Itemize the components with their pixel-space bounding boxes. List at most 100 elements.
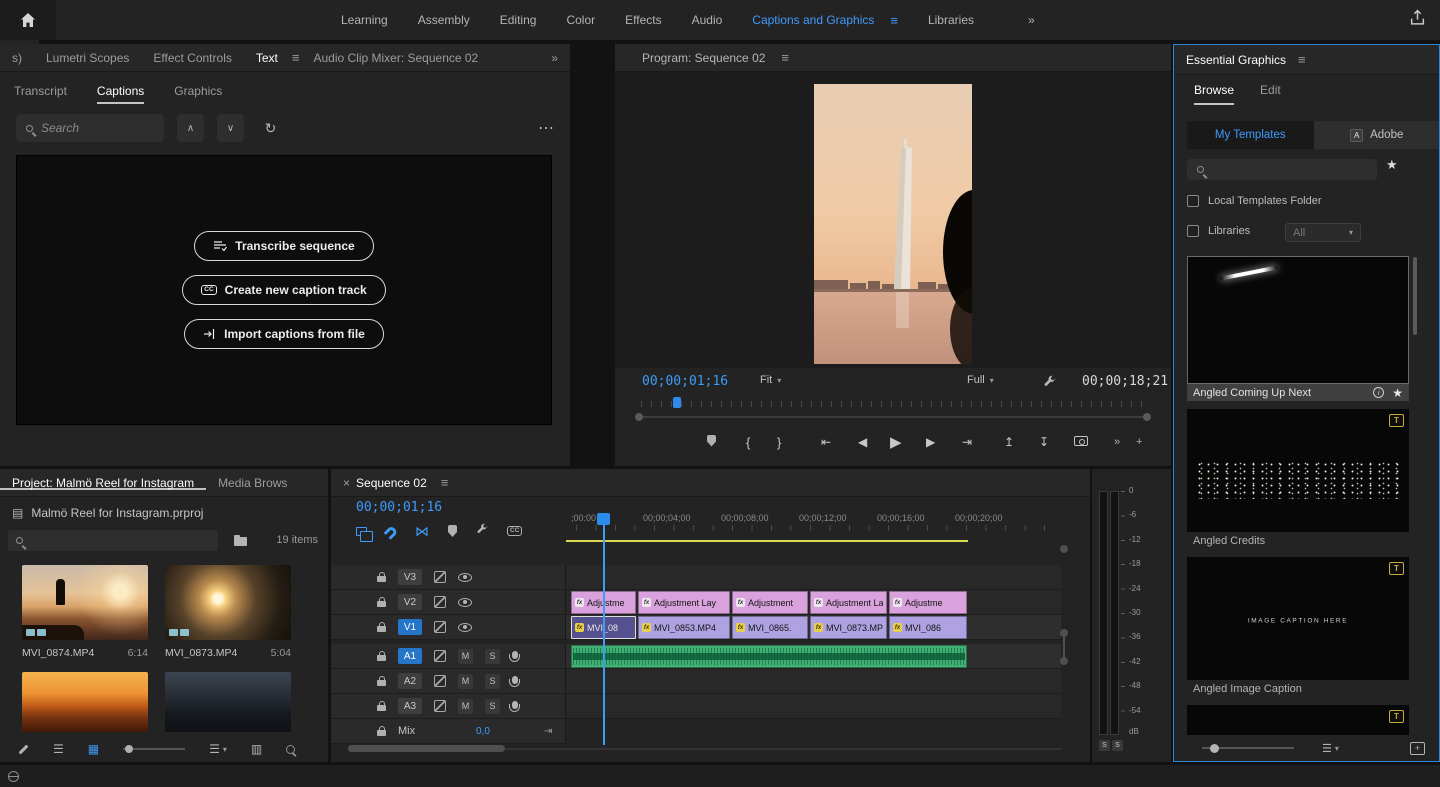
transport-overflow-icon[interactable]: » xyxy=(1114,430,1120,454)
checkbox[interactable] xyxy=(1187,225,1199,237)
template-angled-image-caption[interactable]: IMAGE CAPTION HERE T xyxy=(1187,557,1409,680)
subtab-transcript[interactable]: Transcript xyxy=(14,84,67,104)
mark-out-button[interactable]: } xyxy=(777,430,781,454)
lock-icon[interactable] xyxy=(377,576,386,582)
step-forward-button[interactable]: ▶ xyxy=(926,430,935,454)
clip-adjustment-layer[interactable]: fxAdjustme xyxy=(889,591,967,614)
quick-export-button[interactable] xyxy=(1409,9,1426,31)
tab-edit[interactable]: Edit xyxy=(1260,83,1281,105)
work-area-bar[interactable] xyxy=(566,540,968,542)
mark-in-button[interactable]: { xyxy=(746,430,750,454)
track-lane-a2[interactable] xyxy=(566,669,1061,694)
clip-audio[interactable] xyxy=(571,645,967,668)
clip-adjustment-layer[interactable]: fxAdjustment Lay xyxy=(638,591,730,614)
solo-button[interactable]: S xyxy=(485,674,500,689)
tab-text[interactable]: Text xyxy=(244,51,290,65)
voiceover-record-icon[interactable] xyxy=(512,651,518,659)
workspace-captions-and-graphics[interactable]: Captions and Graphics xyxy=(752,13,874,27)
solo-button[interactable]: S xyxy=(485,699,500,714)
track-label-v3[interactable]: V3 xyxy=(398,569,422,585)
timeline-settings-icon[interactable] xyxy=(476,522,488,540)
track-output-icon[interactable] xyxy=(458,573,472,582)
subtab-captions[interactable]: Captions xyxy=(97,84,144,104)
timeline-timecode[interactable]: 00;00;01;16 xyxy=(356,500,442,515)
tab-audio-clip-mixer[interactable]: Audio Clip Mixer: Sequence 02 xyxy=(301,51,490,65)
lock-icon[interactable] xyxy=(377,730,386,736)
workspace-assembly[interactable]: Assembly xyxy=(418,13,470,27)
program-playhead[interactable] xyxy=(673,397,681,408)
tab-lumetri-scopes[interactable]: Lumetri Scopes xyxy=(34,51,141,65)
libraries-select[interactable]: All ▾ xyxy=(1285,223,1361,242)
timeline-ruler[interactable]: ;00:00 00;00;04;00 00;00;08;00 00;00;12;… xyxy=(566,511,1061,531)
sync-lock-icon[interactable] xyxy=(434,571,446,583)
solo-left-button[interactable]: S xyxy=(1099,740,1110,751)
tab-sequence-02[interactable]: Sequence 02 xyxy=(352,476,439,490)
template-angled-credits[interactable]: T xyxy=(1187,409,1409,532)
playhead-handle[interactable] xyxy=(597,513,610,525)
next-caption-button[interactable]: ∨ xyxy=(217,114,244,142)
play-button[interactable]: ▶ xyxy=(890,430,902,454)
tab-essential-graphics[interactable]: Essential Graphics xyxy=(1186,53,1286,67)
tab-cutoff[interactable]: s) xyxy=(0,51,34,65)
program-scrub-ruler[interactable] xyxy=(641,401,1147,407)
slider-knob[interactable] xyxy=(1210,744,1219,753)
previous-caption-button[interactable]: ∧ xyxy=(177,114,204,142)
mute-button[interactable]: M xyxy=(458,649,473,664)
clip-name[interactable]: MVI_0873.MP4 xyxy=(165,647,237,659)
lock-icon[interactable] xyxy=(377,626,386,632)
clip-thumbnail[interactable] xyxy=(165,672,291,732)
sync-lock-icon[interactable] xyxy=(434,675,446,687)
step-back-button[interactable]: ◀ xyxy=(858,430,867,454)
panel-menu-icon[interactable]: ≡ xyxy=(292,50,300,65)
program-timecode[interactable]: 00;00;01;16 xyxy=(642,374,728,389)
voiceover-record-icon[interactable] xyxy=(512,676,518,684)
create-caption-track-button[interactable]: CC Create new caption track xyxy=(182,275,385,305)
tab-browse[interactable]: Browse xyxy=(1194,83,1234,105)
solo-button[interactable]: S xyxy=(485,649,500,664)
program-viewer[interactable] xyxy=(615,72,1171,368)
program-zoom-scrollbar[interactable] xyxy=(643,416,1143,418)
favorites-filter-icon[interactable]: ★ xyxy=(1386,157,1398,173)
tab-effect-controls[interactable]: Effect Controls xyxy=(141,51,243,65)
add-marker-button[interactable] xyxy=(707,430,716,454)
sync-lock-icon[interactable] xyxy=(434,596,446,608)
favorite-star-icon[interactable]: ★ xyxy=(1392,386,1403,400)
source-my-templates[interactable]: My Templates xyxy=(1187,121,1314,149)
info-icon[interactable]: i xyxy=(1373,387,1384,398)
subtab-graphics[interactable]: Graphics xyxy=(174,84,222,104)
solo-right-button[interactable]: S xyxy=(1112,740,1123,751)
add-marker-icon[interactable] xyxy=(448,525,457,537)
track-output-icon[interactable] xyxy=(458,623,472,632)
track-label-a3[interactable]: A3 xyxy=(398,698,422,714)
panel-menu-icon[interactable]: ≡ xyxy=(781,50,789,65)
thumbnail-size-slider[interactable] xyxy=(1202,747,1294,749)
project-search-input[interactable] xyxy=(8,530,218,551)
clip-video[interactable]: fxMVI_0873.MP xyxy=(810,616,887,639)
clip-video[interactable]: fxMVI_0865. xyxy=(732,616,808,639)
clip-adjustment-layer[interactable]: fxAdjustment xyxy=(732,591,808,614)
extract-button[interactable]: ↧ xyxy=(1039,430,1049,454)
clip-thumbnail-mvi-0873[interactable] xyxy=(165,565,291,640)
clip-name[interactable]: MVI_0874.MP4 xyxy=(22,647,94,659)
go-to-out-button[interactable]: ⇥ xyxy=(962,430,972,454)
lift-button[interactable]: ↥ xyxy=(1004,430,1014,454)
scrollbar-dot[interactable] xyxy=(1060,657,1068,665)
tab-overflow-icon[interactable]: » xyxy=(551,51,570,65)
sync-lock-icon[interactable] xyxy=(434,621,446,633)
monitor-settings-button[interactable] xyxy=(1043,375,1056,393)
lock-icon[interactable] xyxy=(377,655,386,661)
keyframe-nav-icon[interactable]: ⇥ xyxy=(544,726,552,737)
workspace-editing[interactable]: Editing xyxy=(500,13,537,27)
icon-view-button[interactable]: ▦ xyxy=(88,742,99,756)
template-angled-coming-up-next[interactable] xyxy=(1187,256,1409,384)
captions-menu-icon[interactable]: CC xyxy=(507,526,522,537)
template-partial[interactable]: T xyxy=(1187,705,1409,737)
list-view-button[interactable]: ☰ xyxy=(53,742,64,756)
horizontal-scrollbar-handle[interactable] xyxy=(348,745,505,752)
workspace-libraries[interactable]: Libraries xyxy=(928,13,974,27)
track-label-a2[interactable]: A2 xyxy=(398,673,422,689)
scrollbar-dot[interactable] xyxy=(1060,545,1068,553)
voiceover-record-icon[interactable] xyxy=(512,701,518,709)
lock-icon[interactable] xyxy=(377,680,386,686)
workspace-learning[interactable]: Learning xyxy=(341,13,388,27)
